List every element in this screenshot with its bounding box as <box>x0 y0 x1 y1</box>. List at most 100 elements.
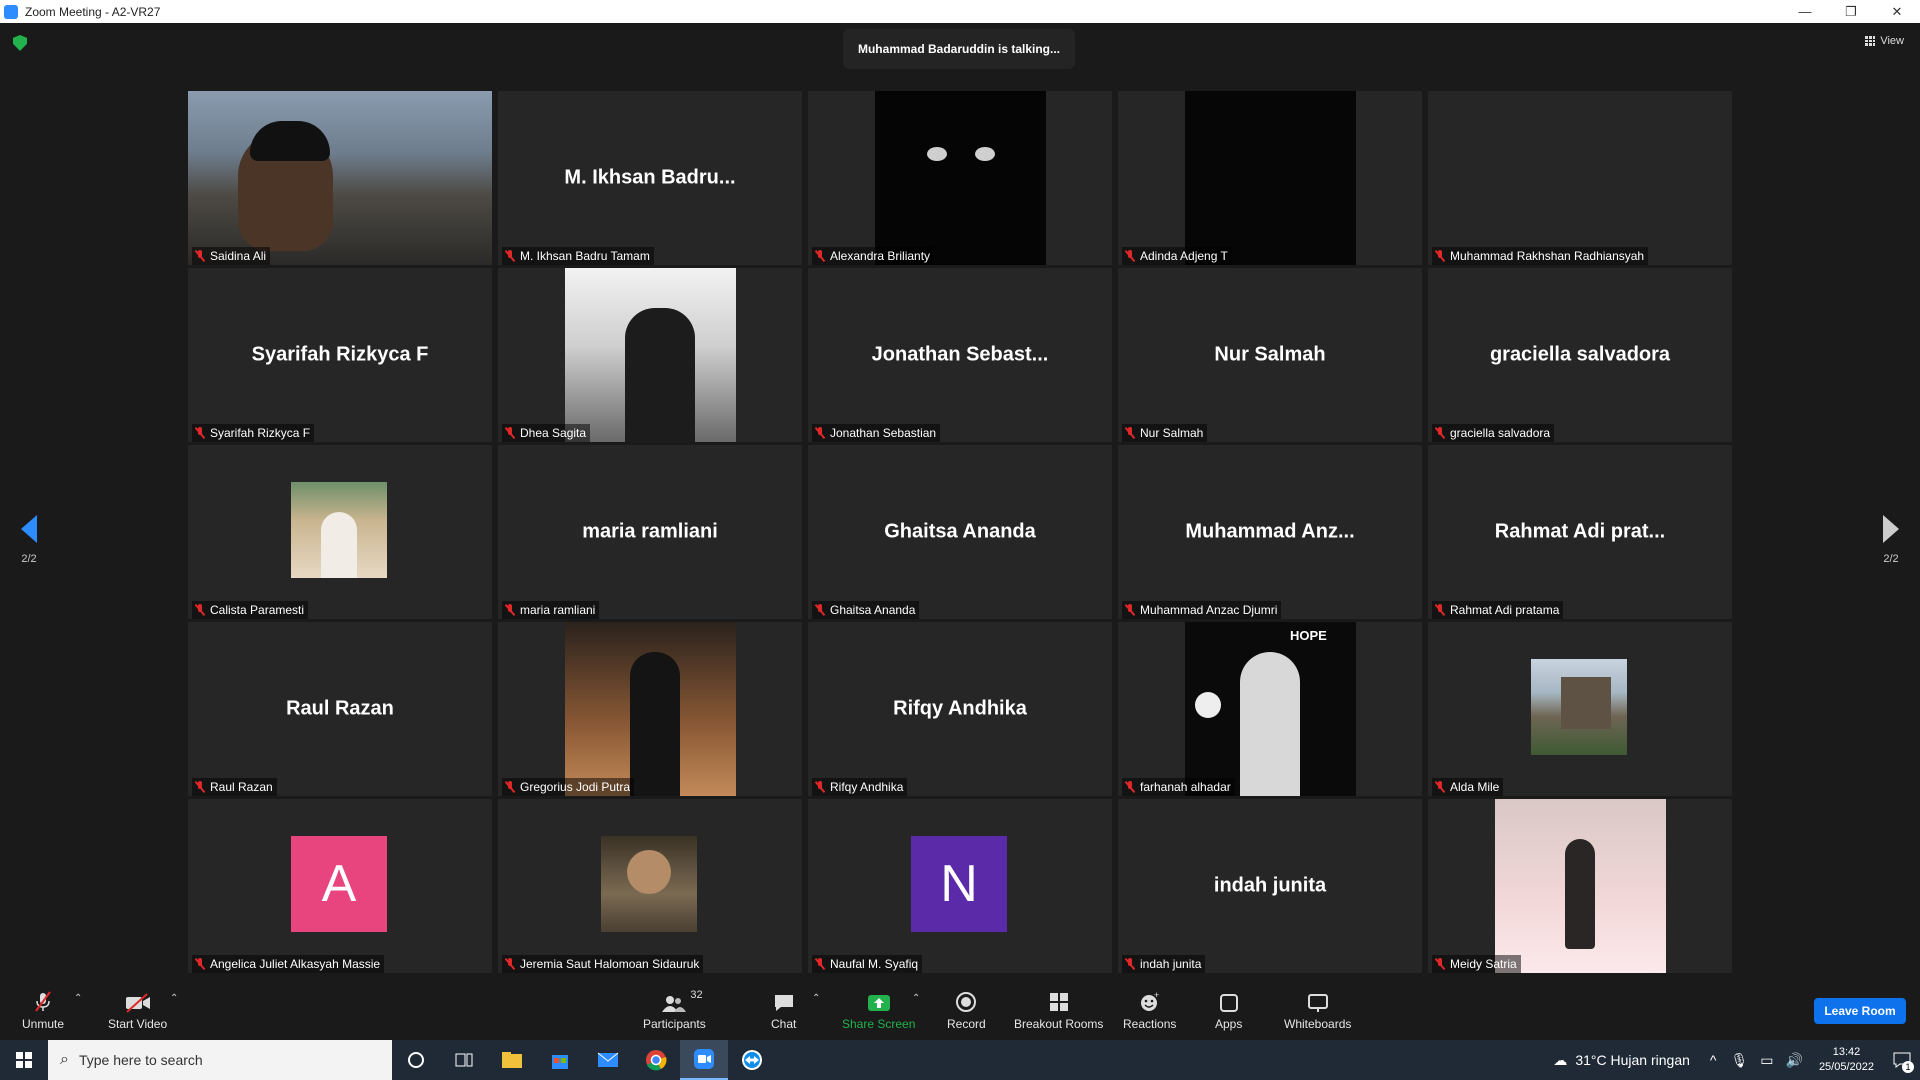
participant-name: Gregorius Jodi Putra <box>520 780 631 794</box>
taskbar-search-box[interactable]: ⌕ Type here to search <box>48 1040 392 1080</box>
chrome-icon[interactable] <box>632 1040 680 1080</box>
participant-tile[interactable]: A Angelica Juliet Alkasyah Massie <box>188 799 492 973</box>
participant-tile[interactable]: HOPE farhanah alhadar <box>1118 622 1422 796</box>
microphone-icon[interactable]: 🎙 <box>1730 1052 1748 1069</box>
participant-tile[interactable]: M. Ikhsan Badru... M. Ikhsan Badru Tamam <box>498 91 802 265</box>
muted-mic-icon <box>504 250 516 262</box>
muted-mic-icon <box>1124 781 1136 793</box>
muted-mic-icon <box>814 781 826 793</box>
notification-badge: 1 <box>1902 1061 1914 1073</box>
close-button[interactable]: ✕ <box>1874 0 1920 23</box>
previous-page-button[interactable]: 2/2 <box>14 515 44 565</box>
audio-options-caret-icon[interactable]: ⌃ <box>74 993 82 1004</box>
participant-photo <box>601 836 697 932</box>
muted-mic-icon <box>194 781 206 793</box>
reactions-button[interactable]: + Reactions <box>1123 991 1176 1031</box>
participant-tile[interactable]: N Naufal M. Syafiq <box>808 799 1112 973</box>
participant-tile[interactable]: Rifqy Andhika Rifqy Andhika <box>808 622 1112 796</box>
participant-tile[interactable]: Rahmat Adi prat... Rahmat Adi pratama <box>1428 445 1732 619</box>
weather-text[interactable]: 31°C Hujan ringan <box>1575 1052 1690 1068</box>
video-options-caret-icon[interactable]: ⌃ <box>170 993 178 1004</box>
next-page-button[interactable]: 2/2 <box>1876 515 1906 565</box>
taskbar-clock[interactable]: 13:42 25/05/2022 <box>1819 1045 1874 1075</box>
mail-icon[interactable] <box>584 1040 632 1080</box>
share-screen-label: Share Screen <box>842 1017 916 1031</box>
start-video-button[interactable]: Start Video <box>108 991 167 1031</box>
view-button[interactable]: View <box>1865 35 1904 47</box>
breakout-rooms-button[interactable]: Breakout Rooms <box>1014 991 1103 1031</box>
zoom-taskbar-icon[interactable] <box>680 1040 728 1080</box>
chat-button[interactable]: Chat <box>771 991 796 1031</box>
participant-tile[interactable]: graciella salvadora graciella salvadora <box>1428 268 1732 442</box>
weather-cloud-icon[interactable]: ☁ <box>1553 1052 1567 1069</box>
record-icon <box>955 991 977 1013</box>
participant-tile[interactable]: Ghaitsa Ananda Ghaitsa Ananda <box>808 445 1112 619</box>
participant-tile[interactable]: Muhammad Rakhshan Radhiansyah <box>1428 91 1732 265</box>
participant-tile[interactable]: maria ramliani maria ramliani <box>498 445 802 619</box>
participant-tile[interactable]: Muhammad Anz... Muhammad Anzac Djumri <box>1118 445 1422 619</box>
unmute-button[interactable]: Unmute <box>22 991 64 1031</box>
participant-tile[interactable]: Syarifah Rizkyca F Syarifah Rizkyca F <box>188 268 492 442</box>
participant-tile[interactable]: Gregorius Jodi Putra <box>498 622 802 796</box>
apps-label: Apps <box>1215 1017 1243 1031</box>
cortana-icon[interactable] <box>392 1040 440 1080</box>
muted-mic-icon <box>33 991 53 1013</box>
participant-tile[interactable]: Saidina Ali <box>188 91 492 265</box>
file-explorer-icon[interactable] <box>488 1040 536 1080</box>
share-screen-button[interactable]: Share Screen <box>842 991 915 1031</box>
participant-label: Muhammad Rakhshan Radhiansyah <box>1432 247 1649 265</box>
participant-name: Calista Paramesti <box>210 603 305 617</box>
participant-label: Rifqy Andhika <box>812 778 908 796</box>
participant-display-name: Syarifah Rizkyca F <box>251 343 429 366</box>
participant-tile[interactable]: Nur Salmah Nur Salmah <box>1118 268 1422 442</box>
volume-icon[interactable]: 🔊 <box>1786 1052 1803 1069</box>
leave-room-button[interactable]: Leave Room <box>1814 998 1906 1024</box>
participants-button[interactable]: 32 Participants <box>643 989 706 1031</box>
participant-tile[interactable]: Adinda Adjeng T <box>1118 91 1422 265</box>
record-label: Record <box>947 1017 986 1031</box>
muted-mic-icon <box>814 604 826 616</box>
restore-button[interactable]: ❐ <box>1828 0 1874 23</box>
start-button[interactable] <box>0 1040 48 1080</box>
zoom-app-icon <box>4 4 18 19</box>
microsoft-store-icon[interactable] <box>536 1040 584 1080</box>
record-button[interactable]: Record <box>947 991 986 1031</box>
clock-date: 25/05/2022 <box>1818 1061 1874 1073</box>
apps-button[interactable]: Apps <box>1215 991 1242 1031</box>
view-label: View <box>1880 35 1904 47</box>
participant-tile[interactable]: Dhea Sagita <box>498 268 802 442</box>
network-icon[interactable]: ▭ <box>1760 1052 1773 1069</box>
participant-tile[interactable]: indah junita indah junita <box>1118 799 1422 973</box>
participant-name: Meidy Satria <box>1450 957 1517 971</box>
participant-name: Alexandra Brilianty <box>830 249 931 263</box>
share-options-caret-icon[interactable]: ⌃ <box>912 993 920 1004</box>
notification-center-icon[interactable]: 1 <box>1884 1040 1920 1080</box>
participant-tile[interactable]: Raul Razan Raul Razan <box>188 622 492 796</box>
participant-name: Syarifah Rizkyca F <box>210 426 311 440</box>
participant-display-name: Jonathan Sebast... <box>871 343 1049 366</box>
participant-tile[interactable]: Jeremia Saut Halomoan Sidauruk <box>498 799 802 973</box>
show-hidden-icons-icon[interactable]: ^ <box>1710 1052 1717 1068</box>
muted-mic-icon <box>194 958 206 970</box>
whiteboards-button[interactable]: Whiteboards <box>1284 991 1351 1031</box>
participant-name: farhanah alhadar <box>1140 780 1231 794</box>
participant-tile[interactable]: Jonathan Sebast... Jonathan Sebastian <box>808 268 1112 442</box>
teamviewer-icon[interactable] <box>728 1040 776 1080</box>
minimize-button[interactable]: — <box>1782 0 1828 23</box>
participant-label: Alda Mile <box>1432 778 1504 796</box>
participant-name: Rahmat Adi pratama <box>1450 603 1560 617</box>
participant-tile[interactable]: Meidy Satria <box>1428 799 1732 973</box>
muted-mic-icon <box>504 427 516 439</box>
chat-label: Chat <box>771 1017 797 1031</box>
task-view-icon[interactable] <box>440 1040 488 1080</box>
chat-options-caret-icon[interactable]: ⌃ <box>812 993 820 1004</box>
participant-photo <box>1185 91 1356 265</box>
muted-mic-icon <box>1434 958 1446 970</box>
participant-tile[interactable]: Alda Mile <box>1428 622 1732 796</box>
hope-text: HOPE <box>1290 628 1327 643</box>
participant-label: Alexandra Brilianty <box>812 247 935 265</box>
participant-tile[interactable]: Calista Paramesti <box>188 445 492 619</box>
participant-tile[interactable]: Alexandra Brilianty <box>808 91 1112 265</box>
security-shield-icon[interactable] <box>13 35 27 51</box>
reactions-icon: + <box>1139 991 1161 1013</box>
